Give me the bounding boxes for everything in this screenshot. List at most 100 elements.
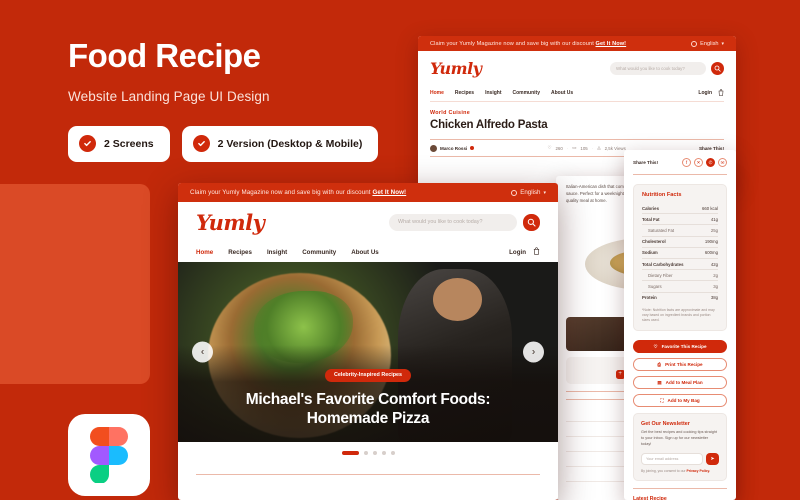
recipe-stats: ♡ 260 · ▭ 105 · ◬ 2,5k Views [547, 145, 626, 151]
heart-icon[interactable]: ♡ [548, 145, 552, 151]
view-count: 2,5k Views [604, 145, 626, 151]
add-to-bag-button[interactable]: ⛶ Add to My Bag [633, 394, 727, 408]
nav-about[interactable]: About Us [351, 249, 379, 256]
verified-icon [470, 146, 475, 150]
favorite-recipe-button[interactable]: ♡ Favorite This Recipe [633, 340, 727, 354]
nav-recipes[interactable]: Recipes [228, 249, 252, 256]
badge-versions-label: 2 Version (Desktop & Mobile) [217, 137, 363, 150]
table-row: Protein 38g [642, 295, 718, 301]
cover-copy: Food Recipe Website Landing Page UI Desi… [68, 37, 408, 162]
page-title: Food Recipe [68, 37, 261, 74]
promo-link[interactable]: Get It Now! [372, 189, 406, 196]
language-label: English [700, 40, 719, 47]
check-circle-icon [192, 135, 210, 153]
author-name: Marco Rossi [440, 145, 468, 151]
promo-link[interactable]: Get It Now! [596, 41, 627, 47]
comment-icon[interactable]: ▭ [572, 145, 576, 151]
carousel-dot-5[interactable] [390, 451, 395, 455]
carousel-dot-2[interactable] [363, 451, 368, 455]
newsletter-body: Get the best recipes and cooking tips st… [641, 430, 717, 447]
nav-home[interactable]: Home [430, 90, 444, 96]
language-label: English [520, 189, 541, 196]
search-input[interactable]: What would you like to cook today? [389, 213, 517, 231]
facebook-icon[interactable]: f [682, 158, 691, 167]
mail-icon[interactable]: ✉ [718, 158, 727, 167]
carousel-dot-4[interactable] [381, 451, 386, 455]
shopping-bag-icon[interactable] [718, 88, 724, 98]
carousel-dot-1[interactable] [341, 451, 359, 455]
share-buttons: f ✕ ✆ ✉ [682, 158, 727, 167]
add-to-meal-plan-button[interactable]: ▤ Add to Meal Plan [633, 376, 727, 390]
table-row: Sodium 600mg [642, 248, 718, 259]
brand-logo[interactable]: Yumly [196, 210, 265, 235]
badge-screens-label: 2 Screens [104, 137, 154, 150]
like-count: 260 [555, 145, 563, 151]
table-row: Cholesterol 190mg [642, 237, 718, 248]
nav-insight[interactable]: Insight [485, 90, 501, 96]
site-header: Yumly What would you like to cook today? [418, 51, 736, 85]
badge-screens: 2 Screens [68, 125, 170, 162]
share-label: Share This! [633, 160, 659, 165]
privacy-policy-link[interactable]: Privacy Policy. [686, 469, 710, 473]
login-button[interactable]: Login [509, 249, 526, 256]
check-circle-icon [79, 135, 96, 153]
hero-carousel: ‹ › Celebrity-Inspired Recipes Michael's… [178, 262, 558, 442]
whatsapp-icon[interactable]: ✆ [706, 158, 715, 167]
search-input[interactable]: What would you like to cook today? [610, 61, 706, 75]
badge-versions: 2 Version (Desktop & Mobile) [181, 125, 379, 162]
x-icon[interactable]: ✕ [694, 158, 703, 167]
nav-recipes[interactable]: Recipes [455, 90, 474, 96]
table-row: Sugars 3g [642, 281, 718, 293]
brand-logo[interactable]: Yumly [430, 59, 482, 78]
globe-icon [691, 40, 698, 47]
main-nav: Home Recipes Insight Community About Us … [178, 242, 558, 262]
newsletter-title: Get Our Newsletter [641, 421, 690, 428]
heart-icon: ♡ [653, 343, 658, 349]
nav-insight[interactable]: Insight [267, 249, 287, 256]
carousel-next-button[interactable]: › [523, 341, 544, 363]
print-recipe-button[interactable]: ⎙ Print This Recipe [633, 358, 727, 372]
send-icon[interactable]: ➤ [706, 453, 719, 466]
nutrition-note: *Note: Nutrition facts are approximate a… [642, 307, 715, 323]
latest-recipe-title: Latest Recipe [633, 496, 667, 500]
mockup-recipe-sidebar: Share This! f ✕ ✆ ✉ Nutrition Facts Calo… [624, 150, 736, 500]
nutrition-title: Nutrition Facts [642, 192, 682, 198]
hero-badge: Celebrity-Inspired Recipes [324, 368, 411, 382]
search-area: What would you like to cook today? [389, 213, 540, 231]
nav-home[interactable]: Home [196, 249, 213, 256]
calendar-icon: ▤ [657, 379, 662, 385]
language-selector[interactable]: English ▾ [691, 40, 724, 47]
newsletter-card: Get Our Newsletter Get the best recipes … [633, 413, 727, 482]
promo-text: Claim your Yumly Magazine now and save b… [430, 40, 594, 47]
figma-logo [68, 414, 150, 496]
login-button[interactable]: Login [698, 90, 712, 96]
language-selector[interactable]: English ▾ [511, 189, 546, 196]
comment-count: 105 [580, 145, 588, 151]
decorative-panel [0, 184, 150, 384]
mockup-landing-page: Claim your Yumly Magazine now and save b… [178, 183, 558, 500]
nav-community[interactable]: Community [512, 90, 540, 96]
badge-row: 2 Screens 2 Version (Desktop & Mobile) [68, 125, 408, 162]
table-row: Dietary Fiber 2g [642, 270, 718, 282]
shopping-bag-icon[interactable] [533, 247, 540, 257]
promo-banner: Claim your Yumly Magazine now and save b… [418, 36, 736, 51]
shopping-bag-icon: ⛶ [660, 398, 664, 404]
chevron-down-icon: ▾ [721, 40, 724, 47]
recipe-headline: World Cuisine Chicken Alfredo Pasta [418, 102, 736, 131]
views-icon: ◬ [597, 145, 601, 150]
search-icon[interactable] [711, 61, 724, 75]
recipe-kicker: World Cuisine [430, 110, 471, 116]
recipe-actions: ♡ Favorite This Recipe ⎙ Print This Reci… [633, 340, 727, 408]
carousel-prev-button[interactable]: ‹ [192, 341, 213, 363]
site-header: Yumly What would you like to cook today? [178, 202, 558, 242]
carousel-dot-3[interactable] [372, 451, 377, 455]
newsletter-fine-print: By joining, you consent to our Privacy P… [641, 469, 711, 474]
recipe-title: Chicken Alfredo Pasta [430, 119, 548, 131]
search-icon[interactable] [523, 213, 540, 231]
recipe-author[interactable]: Marco Rossi [430, 144, 475, 152]
nutrition-facts-card: Nutrition Facts Calories 660 kcal Total F… [633, 184, 727, 332]
table-row: Total Carbohydrates 42g [642, 259, 718, 271]
newsletter-email-input[interactable]: Your email address [641, 453, 703, 466]
nav-community[interactable]: Community [302, 249, 336, 256]
nav-about[interactable]: About Us [551, 90, 573, 96]
